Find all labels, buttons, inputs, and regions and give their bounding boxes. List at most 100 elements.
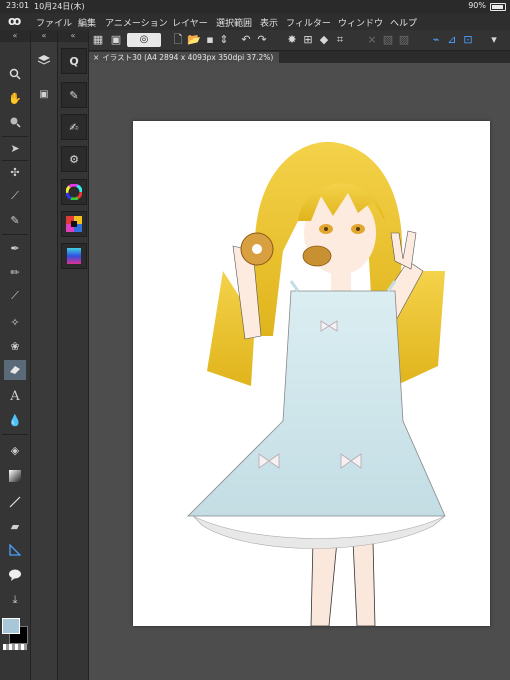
pencil-icon: ✏ <box>10 265 20 279</box>
canvas-paper[interactable] <box>133 121 490 627</box>
new-document-icon[interactable]: 🗋 <box>171 33 185 47</box>
pencil-tool[interactable]: ✏ <box>4 262 26 282</box>
menu-filter[interactable]: フィルター <box>286 16 331 29</box>
figure-tool[interactable] <box>4 492 26 512</box>
illustration-artwork <box>187 141 446 627</box>
selection-border-icon[interactable]: ▨ <box>397 33 411 47</box>
snap-ruler-icon[interactable]: ⌁ <box>429 33 443 47</box>
invert-selection-icon[interactable]: ▧ <box>381 33 395 47</box>
transform-icon[interactable]: ⊞ <box>301 33 315 47</box>
hand-tool[interactable]: ✋ <box>4 88 26 108</box>
operation-icon: ➤ <box>10 141 20 155</box>
quick-access-icon: Q <box>69 54 79 68</box>
subtool-group-icon: ▣ <box>39 88 49 100</box>
battery-icon <box>490 3 506 11</box>
color-wheel-button[interactable] <box>61 179 87 205</box>
tab-close-icon[interactable]: × <box>93 53 99 62</box>
status-date: 10月24日(木) <box>34 2 85 11</box>
zoom-icon <box>9 68 21 80</box>
balloon-tool[interactable] <box>4 565 26 585</box>
collapse-subtool-button[interactable]: « <box>31 30 57 42</box>
subtool-layers-button[interactable] <box>33 50 55 70</box>
snap-special-ruler-icon[interactable]: ⊿ <box>445 33 459 47</box>
color-set-button[interactable] <box>61 211 87 237</box>
grid-menu-icon[interactable]: ▦ <box>91 33 105 47</box>
main-color-swatch[interactable] <box>2 618 20 634</box>
menu-view[interactable]: 表示 <box>260 16 278 29</box>
canvas-tab-bar: × イラスト30 (A4 2894 x 4093px 350dpi 37.2%) <box>89 51 510 63</box>
collapse-tool-palette-button[interactable]: « <box>0 30 30 42</box>
eyedropper-icon: ⟋ <box>11 189 19 202</box>
command-bar-menu-icon[interactable]: ▾ <box>487 33 501 47</box>
tool-divider <box>2 234 28 235</box>
magnify-icon <box>10 117 21 128</box>
status-time: 23:01 <box>6 1 30 10</box>
zoom-tool[interactable] <box>4 64 26 84</box>
subtool-palette-button[interactable]: ✎ <box>61 82 87 108</box>
menu-bar: ꝏ ファイル 編集 アニメーション レイヤー 選択範囲 表示 フィルター ウィン… <box>0 13 510 31</box>
palette-dock: « Q ✎ ✍ ⚙ <box>58 30 89 680</box>
blend-tool[interactable]: 💧 <box>4 410 26 430</box>
fill-selection-icon[interactable]: ◆ <box>317 33 331 47</box>
hand-icon: ✋ <box>8 91 22 105</box>
ruler-tool[interactable] <box>4 540 26 560</box>
line-correction-tool[interactable]: ⤓ <box>4 590 26 610</box>
fill-icon: ◈ <box>10 443 20 457</box>
status-battery-text: 90% <box>468 1 486 10</box>
airbrush-tool[interactable]: ✧ <box>4 312 26 332</box>
magnify-tool[interactable] <box>4 112 26 132</box>
move-tool[interactable]: ✣ <box>4 162 26 182</box>
menu-layer[interactable]: レイヤー <box>172 16 208 29</box>
collapse-palette-dock-button[interactable]: « <box>58 30 88 42</box>
new-file-icon[interactable]: ▣ <box>109 33 123 47</box>
tool-property-button[interactable]: ⚙ <box>61 146 87 172</box>
text-tool[interactable]: A <box>4 386 26 406</box>
collapse-left-icon: « <box>41 31 47 40</box>
eyedropper-tool[interactable]: ⟋ <box>4 186 26 206</box>
save-icon[interactable]: ▪ <box>203 33 217 47</box>
transparent-color-swatch[interactable] <box>3 644 27 650</box>
intermediate-color-button[interactable] <box>61 243 87 269</box>
app-logo-icon[interactable]: ꝏ <box>8 14 21 28</box>
frame-tool[interactable]: ▰ <box>4 516 26 536</box>
pen-tool[interactable]: ✒ <box>4 238 26 258</box>
snap-grid-icon[interactable]: ⊡ <box>461 33 475 47</box>
ios-status-bar: 23:01 10月24日(木) 90% <box>0 0 510 13</box>
undo-history-icon[interactable]: ◎ <box>127 33 161 47</box>
figure-icon <box>9 496 21 508</box>
intermediate-color-icon <box>67 248 81 264</box>
save-stepper-icon[interactable]: ⇕ <box>217 33 231 47</box>
subtool-icon: ✎ <box>69 88 79 102</box>
canvas-tab[interactable]: × イラスト30 (A4 2894 x 4093px 350dpi 37.2%) <box>89 52 280 63</box>
subtool-detail-button[interactable]: ✍ <box>61 114 87 140</box>
menu-edit[interactable]: 編集 <box>78 16 96 29</box>
selection-tool[interactable]: ✎ <box>4 210 26 230</box>
menu-animation[interactable]: アニメーション <box>105 16 168 29</box>
fill-tool[interactable]: ◈ <box>4 440 26 460</box>
text-icon: A <box>10 388 20 404</box>
eraser-icon <box>10 366 20 374</box>
menu-window[interactable]: ウィンドウ <box>338 16 383 29</box>
expand-selection-icon[interactable]: ⌗ <box>333 33 347 47</box>
menu-help[interactable]: ヘルプ <box>390 16 417 29</box>
menu-file[interactable]: ファイル <box>36 16 72 29</box>
decoration-tool[interactable]: ❀ <box>4 336 26 356</box>
clear-icon[interactable]: ✸ <box>285 33 299 47</box>
open-icon[interactable]: 📂 <box>187 33 201 47</box>
deselect-icon[interactable]: ⨯ <box>365 33 379 47</box>
brush-tool[interactable]: ⟋ <box>4 286 26 306</box>
ruler-icon <box>9 544 21 556</box>
redo-icon[interactable]: ↷ <box>255 33 269 47</box>
subtool-group-button[interactable]: ▣ <box>33 84 55 104</box>
undo-icon[interactable]: ↶ <box>239 33 253 47</box>
balloon-icon <box>9 569 21 581</box>
pen-icon: ✒ <box>10 241 20 255</box>
tool-divider <box>2 434 28 435</box>
operation-tool[interactable]: ➤ <box>4 138 26 158</box>
eraser-tool[interactable] <box>4 360 26 380</box>
command-bar: ▦ ▣ ◎ 🗋 📂 ▪ ⇕ ↶ ↷ ✸ ⊞ ◆ ⌗ ⨯ ▧ ▨ ⌁ ⊿ ⊡ ▾ <box>89 30 510 51</box>
subtool-detail-icon: ✍ <box>69 120 79 134</box>
quick-access-button[interactable]: Q <box>61 48 87 74</box>
menu-selection[interactable]: 選択範囲 <box>216 16 252 29</box>
gradient-tool[interactable] <box>4 466 26 486</box>
